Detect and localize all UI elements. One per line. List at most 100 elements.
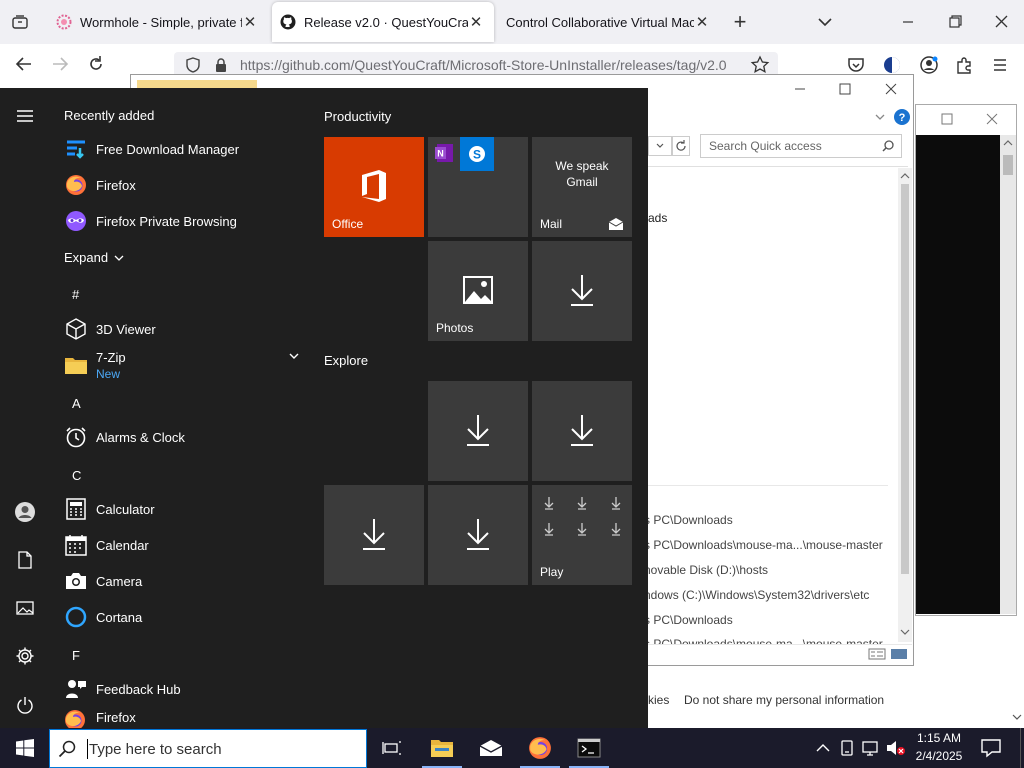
address-dropdown[interactable]: [648, 136, 672, 156]
view-toggle-icons[interactable]: [868, 647, 908, 661]
menu-icon[interactable]: [990, 55, 1010, 75]
recent-file[interactable]: s PC\Downloads: [644, 513, 733, 527]
cookies-link[interactable]: kies: [648, 693, 669, 707]
taskbar-terminal[interactable]: [565, 728, 613, 768]
reload-icon[interactable]: [84, 54, 108, 74]
expand-button[interactable]: Expand: [64, 250, 124, 265]
tile-download-placeholder[interactable]: [532, 241, 632, 341]
tile-play[interactable]: Play: [532, 485, 632, 585]
section-letter-hash[interactable]: #: [72, 287, 79, 302]
explorer-close-icon[interactable]: [883, 82, 899, 96]
tile-office-apps[interactable]: N S: [428, 137, 528, 237]
console-maximize-icon[interactable]: [940, 112, 954, 126]
recent-file[interactable]: s PC\Downloads\mouse-ma...\mouse-master: [644, 637, 883, 644]
task-view-button[interactable]: [368, 728, 416, 768]
tile-download-placeholder[interactable]: [324, 485, 424, 585]
chevron-down-icon[interactable]: [288, 351, 300, 361]
explorer-maximize-icon[interactable]: [837, 82, 853, 96]
bookmark-star-icon[interactable]: [750, 55, 770, 75]
do-not-share-link[interactable]: Do not share my personal information: [684, 693, 884, 707]
help-icon[interactable]: ?: [893, 108, 911, 126]
app-firefox-recent[interactable]: Firefox: [64, 169, 304, 201]
tab-list-icon[interactable]: [8, 10, 32, 34]
tile-mail[interactable]: We speak Gmail Mail: [532, 137, 632, 237]
section-letter-f[interactable]: F: [72, 648, 80, 663]
app-camera[interactable]: Camera: [64, 565, 304, 597]
explorer-search-box[interactable]: Search Quick access: [700, 134, 902, 158]
tile-download-placeholder[interactable]: [532, 381, 632, 481]
taskbar-mail[interactable]: [467, 728, 515, 768]
restore-window-icon[interactable]: [943, 12, 967, 32]
documents-icon[interactable]: [12, 547, 38, 573]
taskbar-file-explorer[interactable]: [418, 728, 466, 768]
pocket-icon[interactable]: [846, 55, 866, 75]
device-icon[interactable]: [838, 740, 856, 756]
app-calendar[interactable]: Calendar: [64, 529, 304, 561]
close-tab-icon[interactable]: ✕: [694, 13, 710, 31]
ribbon-expand-icon[interactable]: [873, 110, 887, 124]
app-feedback-hub[interactable]: Feedback Hub: [64, 673, 304, 705]
app-7zip[interactable]: 7-Zip New: [64, 349, 304, 383]
pictures-icon[interactable]: [12, 595, 38, 621]
back-icon[interactable]: [12, 54, 36, 74]
recent-file[interactable]: s PC\Downloads\mouse-ma...\mouse-master: [644, 538, 883, 552]
app-firefox-private[interactable]: Firefox Private Browsing: [64, 205, 304, 237]
app-free-download-manager[interactable]: Free Download Manager: [64, 133, 304, 165]
taskbar-firefox[interactable]: [516, 728, 564, 768]
explorer-minimize-icon[interactable]: [792, 82, 808, 96]
network-icon[interactable]: [862, 740, 880, 756]
section-letter-c[interactable]: C: [72, 468, 81, 483]
recent-file[interactable]: ndows (C:)\Windows\System32\drivers\etc: [644, 588, 869, 602]
console-close-icon[interactable]: [985, 112, 999, 126]
show-hidden-icons-icon[interactable]: [814, 740, 832, 756]
new-tab-icon[interactable]: +: [728, 10, 752, 34]
list-all-tabs-icon[interactable]: [814, 12, 836, 32]
recent-file[interactable]: s PC\Downloads: [644, 613, 733, 627]
close-tab-icon[interactable]: ✕: [468, 13, 484, 31]
browser-tab-release[interactable]: Release v2.0 · QuestYouCraft/M ✕: [272, 2, 494, 42]
explorer-scrollbar[interactable]: [898, 168, 912, 642]
app-calculator[interactable]: Calculator: [64, 493, 304, 525]
close-tab-icon[interactable]: ✕: [242, 13, 258, 31]
group-title-productivity[interactable]: Productivity: [324, 109, 391, 124]
action-center-icon[interactable]: [980, 738, 1002, 758]
app-cortana[interactable]: Cortana: [64, 601, 304, 633]
app-alarms-clock[interactable]: Alarms & Clock: [64, 421, 304, 453]
account-icon[interactable]: [919, 55, 939, 75]
browser-tab-wormhole[interactable]: Wormhole - Simple, private file ✕: [46, 0, 268, 44]
group-title-explore[interactable]: Explore: [324, 353, 368, 368]
power-icon[interactable]: [12, 692, 38, 718]
minimize-window-icon[interactable]: [896, 12, 920, 32]
lock-icon[interactable]: [212, 56, 230, 74]
settings-gear-icon[interactable]: [12, 643, 38, 669]
shield-icon[interactable]: [184, 56, 202, 74]
console-output[interactable]: [916, 135, 1000, 614]
section-letter-a[interactable]: A: [72, 396, 81, 411]
tile-download-placeholder[interactable]: [428, 381, 528, 481]
volume-muted-icon[interactable]: [886, 740, 906, 756]
app-firefox[interactable]: Firefox: [64, 709, 304, 728]
folder-icon: [64, 353, 88, 377]
user-account-icon[interactable]: [12, 499, 38, 525]
tile-photos[interactable]: Photos: [428, 241, 528, 341]
clock-date[interactable]: 2/4/2025: [910, 749, 968, 763]
refresh-icon[interactable]: [672, 136, 690, 156]
tile-office[interactable]: Office: [324, 137, 424, 237]
clock-time[interactable]: 1:15 AM: [910, 731, 968, 745]
forward-icon[interactable]: [48, 54, 72, 74]
start-button[interactable]: [0, 728, 49, 768]
dark-reader-icon[interactable]: [882, 55, 902, 75]
browser-tab-control[interactable]: Control Collaborative Virtual Machi ✕: [498, 0, 720, 44]
quick-access-downloads[interactable]: ads: [648, 211, 667, 225]
url-text[interactable]: https://github.com/QuestYouCraft/Microso…: [240, 57, 727, 73]
close-window-icon[interactable]: [989, 12, 1013, 32]
extensions-icon[interactable]: [954, 55, 974, 75]
app-3d-viewer[interactable]: 3D Viewer: [64, 313, 304, 345]
tile-download-placeholder[interactable]: [428, 485, 528, 585]
taskbar-search-box[interactable]: Type here to search: [49, 729, 367, 768]
show-desktop-button[interactable]: [1020, 728, 1024, 768]
console-scrollbar[interactable]: [1000, 135, 1016, 614]
hamburger-menu-icon[interactable]: [12, 103, 38, 129]
page-scroll-down-icon[interactable]: [1010, 708, 1024, 726]
recent-file[interactable]: novable Disk (D:)\hosts: [644, 563, 768, 577]
